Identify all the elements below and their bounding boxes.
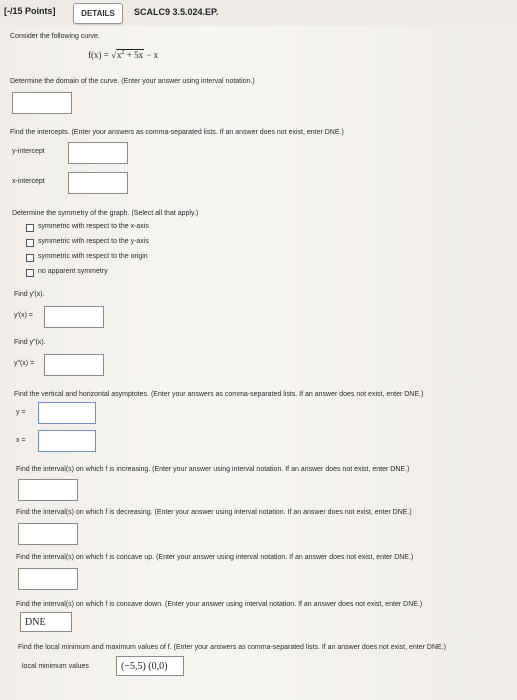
concave-down-prompt: Find the interval(s) on which f is conca… [16,601,423,608]
first-derivative-label: y′(x) = [14,312,34,319]
problem-header: [-/15 Points] DETAILS SCALC9 3.5.024.EP. [0,0,517,27]
symmetry-checkbox-none[interactable] [26,269,34,277]
concave-down-input[interactable]: DNE [20,612,72,632]
symmetry-option-origin: symmetric with respect to the origin [38,253,148,260]
first-derivative-prompt: Find y′(x). [14,291,45,298]
domain-prompt: Determine the domain of the curve. (Ente… [10,78,255,85]
concave-up-prompt: Find the interval(s) on which f is conca… [16,554,414,561]
x-intercept-label: x-intercept [12,178,45,185]
symmetry-checkbox-origin[interactable] [26,254,34,262]
points-label: [-/15 Points] [4,6,56,16]
concave-up-input[interactable] [18,568,78,590]
symmetry-prompt: Determine the symmetry of the graph. (Se… [12,210,199,217]
formula-lhs: f(x) = [88,50,109,60]
y-intercept-input[interactable] [68,142,128,164]
increasing-input[interactable] [18,479,78,501]
local-minimum-input[interactable]: (−5,5) (0,0) [116,656,184,676]
symmetry-option-x-axis: symmetric with respect to the x-axis [38,223,149,230]
problem-code: SCALC9 3.5.024.EP. [134,7,219,17]
symmetry-option-y-axis: symmetric with respect to the y-axis [38,238,149,245]
symmetry-checkbox-x-axis[interactable] [26,224,34,232]
vertical-asymptote-label: x = [16,437,26,444]
second-derivative-prompt: Find y″(x). [14,339,46,346]
symmetry-checkbox-y-axis[interactable] [26,239,34,247]
domain-input[interactable] [12,92,72,114]
second-derivative-label: y″(x) = [14,360,35,367]
local-minimum-label: local minimum values [22,663,89,670]
vertical-asymptote-input[interactable] [38,430,96,452]
asymptotes-prompt: Find the vertical and horizontal asympto… [14,391,424,398]
formula-tail: − x [146,50,159,60]
function-formula: f(x) = √x2 + 5x − x [88,49,159,60]
intercepts-prompt: Find the intercepts. (Enter your answers… [10,129,344,136]
y-intercept-label: y-intercept [12,148,45,155]
formula-exponent: 2 [121,50,125,56]
horizontal-asymptote-input[interactable] [38,402,96,424]
sqrt-expression: √x2 + 5x [111,49,145,60]
decreasing-input[interactable] [18,523,78,545]
extrema-prompt: Find the local minimum and maximum value… [18,644,446,651]
formula-root-tail: + 5x [126,50,144,60]
question-panel: Consider the following curve. f(x) = √x2… [0,26,517,700]
increasing-prompt: Find the interval(s) on which f is incre… [16,466,410,473]
decreasing-prompt: Find the interval(s) on which f is decre… [16,509,412,516]
consider-text: Consider the following curve. [10,33,100,40]
details-button[interactable]: DETAILS [73,3,123,24]
first-derivative-input[interactable] [44,306,104,328]
horizontal-asymptote-label: y = [16,409,26,416]
x-intercept-input[interactable] [68,172,128,194]
symmetry-option-none: no apparent symmetry [38,268,108,275]
second-derivative-input[interactable] [44,354,104,376]
